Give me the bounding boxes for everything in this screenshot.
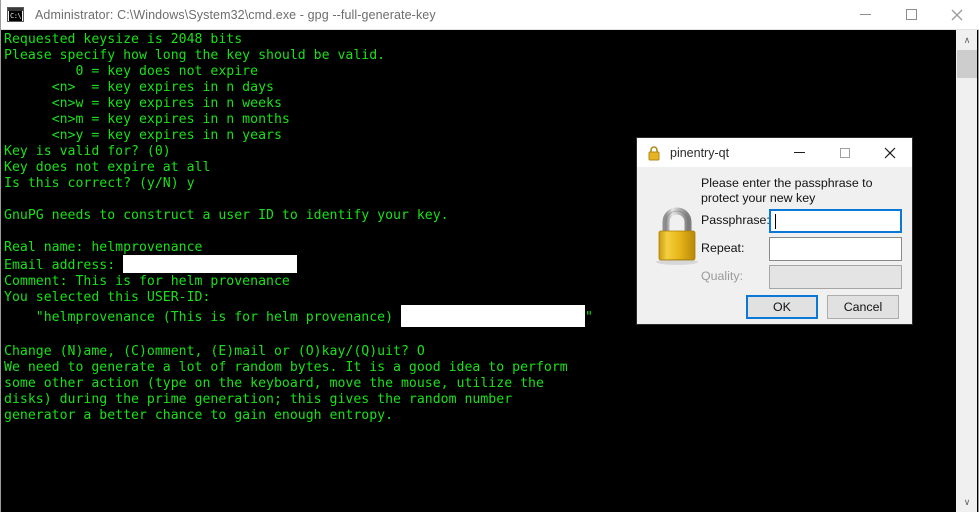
close-button[interactable] [934, 0, 979, 30]
terminal-text-part-1: Requested keysize is 2048 bits Please sp… [4, 32, 449, 273]
cmd-icon-glyph: C:\ [9, 11, 22, 21]
maximize-icon [905, 9, 917, 20]
console-scrollbar[interactable]: ∧ ∨ [956, 30, 977, 512]
minimize-icon [794, 152, 805, 153]
passphrase-prompt: Please enter the passphrase to protect y… [701, 176, 873, 205]
console-window-controls [842, 0, 979, 30]
repeat-input[interactable] [769, 237, 902, 261]
pinentry-title: pinentry-qt [670, 145, 730, 160]
passphrase-input[interactable] [769, 209, 902, 233]
pinentry-minimize-button[interactable] [777, 138, 822, 167]
console-titlebar[interactable]: C:\ Administrator: C:\Windows\System32\c… [1, 0, 979, 30]
email-address-redaction [123, 255, 298, 273]
scroll-up-arrow-icon[interactable]: ∧ [957, 30, 977, 50]
scrollbar-thumb[interactable] [957, 50, 977, 78]
cancel-button[interactable]: Cancel [827, 295, 899, 319]
console-title: Administrator: C:\Windows\System32\cmd.e… [35, 7, 436, 22]
scroll-down-arrow-icon[interactable]: ∨ [957, 492, 977, 512]
close-icon [951, 9, 963, 20]
passphrase-label: Passphrase: [701, 213, 770, 227]
pinentry-content: Please enter the passphrase to protect y… [637, 167, 912, 324]
ok-button[interactable]: OK [746, 295, 818, 319]
padlock-illustration-icon [656, 207, 698, 265]
terminal-text-part-2: Comment: This is for helm provenance You… [4, 274, 394, 325]
quality-label: Quality: [701, 269, 744, 283]
pinentry-titlebar[interactable]: pinentry-qt [637, 138, 912, 167]
minimize-icon [859, 14, 871, 15]
pinentry-close-button[interactable] [867, 138, 912, 167]
pinentry-window-controls [777, 138, 912, 167]
repeat-label: Repeat: [701, 241, 745, 255]
close-icon [884, 147, 895, 158]
lock-icon [648, 145, 660, 160]
pinentry-dialog: pinentry-qt Please enter the passphrase … [636, 137, 913, 325]
pinentry-maximize-button[interactable] [822, 138, 867, 167]
maximize-icon [839, 147, 850, 158]
cmd-icon: C:\ [7, 7, 24, 22]
maximize-button[interactable] [888, 0, 934, 30]
minimize-button[interactable] [842, 0, 888, 30]
user-id-redaction [400, 305, 585, 327]
quality-meter [769, 265, 902, 289]
text-caret [775, 214, 776, 229]
